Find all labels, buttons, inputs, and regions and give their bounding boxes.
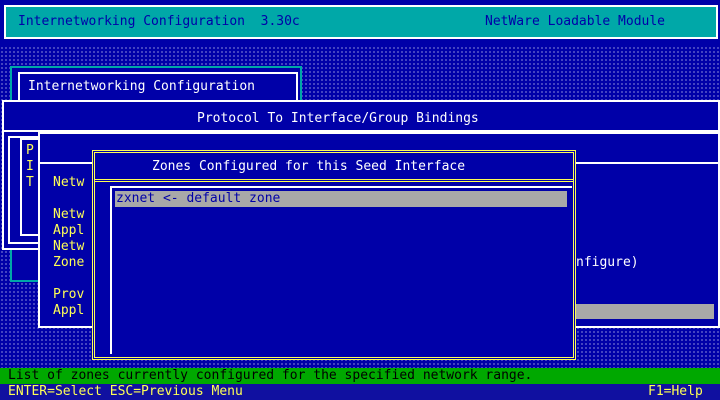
config-field-label: Netw bbox=[53, 207, 85, 222]
config-field-label: Prov bbox=[53, 287, 85, 302]
zones-dialog-title-divider bbox=[95, 179, 573, 182]
config-field-highlight bbox=[576, 304, 714, 319]
title-bar: Internetworking Configuration 3.30c NetW… bbox=[0, 0, 720, 46]
help-key-hint[interactable]: F1=Help bbox=[648, 384, 703, 400]
left-letter-i: I bbox=[26, 159, 34, 174]
key-hints-bar: ENTER=Select ESC=Previous Menu F1=Help bbox=[0, 384, 720, 400]
left-letter-p: P bbox=[26, 143, 34, 158]
config-field-value: nfigure) bbox=[576, 255, 639, 270]
module-label: NetWare Loadable Module bbox=[485, 14, 666, 29]
bindings-title: Protocol To Interface/Group Bindings bbox=[197, 111, 479, 126]
zone-item-label: zxnet <- default zone bbox=[116, 191, 281, 206]
left-letter-t: T bbox=[26, 175, 34, 190]
zones-list-box bbox=[110, 186, 572, 354]
config-field-label: Zone bbox=[53, 255, 85, 270]
main-menu-title: Internetworking Configuration bbox=[28, 79, 255, 94]
zone-list-item-selected[interactable]: zxnet <- default zone bbox=[115, 191, 567, 207]
key-hints-left: ENTER=Select ESC=Previous Menu bbox=[8, 384, 243, 399]
config-field-label: Appl bbox=[53, 223, 85, 238]
status-help-bar: List of zones currently configured for t… bbox=[0, 368, 720, 384]
zones-dialog-title: Zones Configured for this Seed Interface bbox=[152, 159, 466, 174]
status-help-text: List of zones currently configured for t… bbox=[8, 368, 533, 383]
config-field-label: Netw bbox=[53, 175, 85, 190]
config-field-label: Appl bbox=[53, 303, 85, 318]
config-field-label: Netw bbox=[53, 239, 85, 254]
app-title: Internetworking Configuration 3.30c bbox=[18, 14, 300, 29]
